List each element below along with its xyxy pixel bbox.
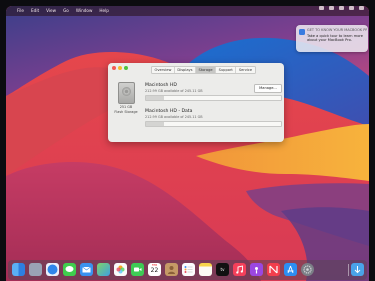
maps-icon[interactable] — [97, 263, 110, 276]
facetime-icon[interactable] — [131, 263, 144, 276]
contacts-icon[interactable] — [165, 263, 178, 276]
calendar-icon[interactable]: FEB 22 — [148, 263, 161, 276]
music-icon[interactable] — [233, 263, 246, 276]
tab-support[interactable]: Support — [216, 67, 237, 73]
notification-body: Take a quick tour to learn more about yo… — [307, 34, 364, 43]
manage-button[interactable]: Manage... — [254, 84, 282, 93]
calendar-day: 22 — [150, 267, 159, 274]
zoom-button[interactable] — [124, 66, 128, 70]
data-storage-usage-fill — [146, 122, 164, 126]
news-icon[interactable] — [267, 263, 280, 276]
volume-name: Macintosh HD — [145, 83, 177, 88]
screen-mirroring-icon[interactable] — [319, 6, 324, 10]
tab-storage[interactable]: Storage — [196, 67, 217, 73]
data-volume-name: Macintosh HD - Data — [145, 109, 193, 114]
safari-icon[interactable] — [46, 263, 59, 276]
disk-size: 251 GB — [119, 105, 133, 109]
system-preferences-icon[interactable] — [301, 263, 314, 276]
notification-title: GET TO KNOW YOUR MACBOOK PRO — [307, 28, 367, 32]
tab-displays[interactable]: Displays — [175, 67, 197, 73]
menu-bar: File Edit View Go Window Help — [6, 6, 369, 16]
dock-separator — [348, 264, 349, 276]
wifi-icon[interactable] — [329, 6, 334, 10]
desktop-screen: File Edit View Go Window Help GET TO KNO… — [6, 6, 369, 281]
downloads-folder-icon[interactable] — [351, 263, 364, 276]
storage-usage-bar — [145, 95, 282, 101]
menu-edit[interactable]: Edit — [31, 6, 39, 16]
close-button[interactable] — [112, 66, 116, 70]
messages-icon[interactable] — [63, 263, 76, 276]
photos-icon[interactable] — [114, 263, 127, 276]
tab-overview[interactable]: Overview — [152, 67, 175, 73]
dock: FEB 22 tv — [8, 260, 367, 280]
volume-available: 212.99 GB available of 245.11 GB — [145, 89, 203, 93]
storage-usage-fill — [146, 96, 164, 100]
menu-help[interactable]: Help — [99, 6, 109, 16]
minimize-button[interactable] — [118, 66, 122, 70]
hard-drive-icon — [118, 82, 135, 104]
finder-icon[interactable] — [12, 263, 25, 276]
about-this-mac-window: Overview Displays Storage Support Servic… — [108, 63, 284, 142]
search-icon[interactable] — [339, 6, 344, 10]
data-volume-available: 212.99 GB available of 245.11 GB — [145, 115, 203, 119]
data-storage-usage-bar — [145, 121, 282, 127]
reminders-icon[interactable] — [182, 263, 195, 276]
tips-app-icon — [299, 29, 305, 35]
mail-icon[interactable] — [80, 263, 93, 276]
notes-icon[interactable] — [199, 263, 212, 276]
notification-banner[interactable]: GET TO KNOW YOUR MACBOOK PRO Take a quic… — [296, 25, 368, 52]
podcasts-icon[interactable] — [250, 263, 263, 276]
menu-file[interactable]: File — [17, 6, 24, 16]
disk-type: Flash Storage — [114, 110, 138, 114]
control-center-icon[interactable] — [349, 6, 354, 10]
siri-icon[interactable] — [359, 6, 364, 10]
launchpad-icon[interactable] — [29, 263, 42, 276]
menu-go[interactable]: Go — [63, 6, 69, 16]
menu-view[interactable]: View — [46, 6, 56, 16]
app-store-icon[interactable] — [284, 263, 297, 276]
menu-window[interactable]: Window — [76, 6, 93, 16]
apple-tv-icon[interactable]: tv — [216, 263, 229, 276]
tab-service[interactable]: Service — [236, 67, 254, 73]
tab-bar: Overview Displays Storage Support Servic… — [151, 66, 256, 74]
